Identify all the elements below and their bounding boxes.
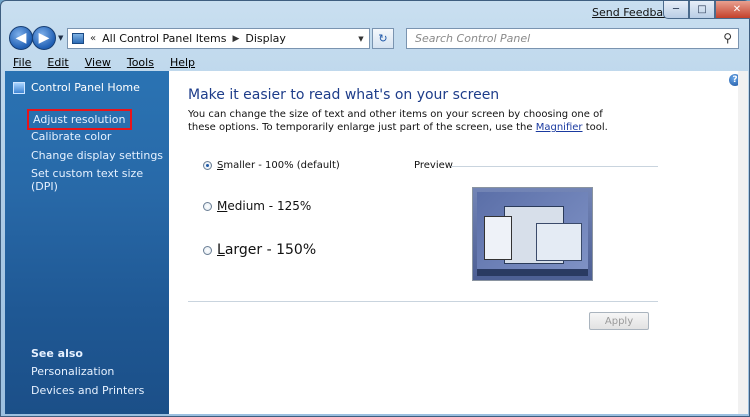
- menu-bar: File Edit View Tools Help: [5, 54, 747, 70]
- breadcrumb-overflow-icon[interactable]: «: [90, 33, 96, 44]
- breadcrumb-all-items[interactable]: All Control Panel Items: [102, 32, 226, 45]
- options-divider: [188, 301, 658, 302]
- see-also-heading: See also: [31, 347, 83, 360]
- back-arrow-icon: ◀: [15, 30, 27, 46]
- option-medium-label: Medium - 125%: [217, 199, 311, 213]
- menu-file-label: File: [13, 55, 32, 69]
- menu-edit-label: Edit: [47, 55, 69, 69]
- option-smaller-rest: maller - 100% (default): [223, 160, 340, 171]
- control-panel-home-label: Control Panel Home: [31, 81, 140, 94]
- option-smaller-label: Smaller - 100% (default): [217, 160, 340, 171]
- radio-larger[interactable]: [203, 245, 212, 255]
- control-panel-icon: [72, 33, 84, 44]
- control-panel-home-link[interactable]: Control Panel Home: [13, 81, 140, 94]
- recent-pages-dropdown-icon[interactable]: ▼: [58, 34, 63, 42]
- search-icon[interactable]: ⚲: [723, 31, 732, 45]
- vertical-scrollbar[interactable]: [738, 71, 748, 414]
- back-button[interactable]: ◀: [9, 26, 33, 50]
- maximize-button[interactable]: □: [689, 1, 715, 19]
- window-caption-buttons: ─ □ ✕: [663, 1, 750, 19]
- set-custom-text-size-link[interactable]: Set custom text size (DPI): [31, 167, 169, 193]
- control-panel-window: Send Feedback ─ □ ✕ ◀ ▶ ▼ « All Control …: [0, 0, 750, 417]
- address-dropdown-icon[interactable]: ▼: [353, 29, 369, 48]
- option-larger[interactable]: Larger - 150%: [203, 242, 316, 258]
- personalization-link[interactable]: Personalization: [31, 365, 114, 378]
- forward-arrow-icon: ▶: [38, 30, 50, 46]
- option-smaller[interactable]: Smaller - 100% (default): [203, 160, 340, 171]
- minimize-button[interactable]: ─: [663, 1, 689, 19]
- preview-divider: [451, 166, 658, 167]
- breadcrumb-display[interactable]: Display: [245, 32, 286, 45]
- option-larger-accesskey: L: [217, 242, 225, 258]
- address-bar[interactable]: « All Control Panel Items ▶ Display: [67, 28, 370, 49]
- calibrate-color-link[interactable]: Calibrate color: [31, 130, 111, 143]
- preview-window-menu: [484, 216, 512, 260]
- breadcrumb-arrow-icon[interactable]: ▶: [232, 34, 239, 44]
- radio-medium[interactable]: [203, 201, 212, 211]
- refresh-button[interactable]: ↻: [372, 28, 394, 49]
- menu-edit[interactable]: Edit: [47, 56, 68, 69]
- menu-view[interactable]: View: [85, 56, 111, 69]
- forward-button[interactable]: ▶: [32, 26, 56, 50]
- preview-window-small: [536, 223, 582, 261]
- close-button[interactable]: ✕: [715, 1, 750, 19]
- intro-text: You can change the size of text and othe…: [188, 108, 628, 134]
- option-medium[interactable]: Medium - 125%: [203, 199, 311, 213]
- option-medium-rest: edium - 125%: [227, 199, 312, 213]
- menu-file[interactable]: File: [13, 56, 31, 69]
- refresh-icon: ↻: [378, 32, 388, 45]
- radio-smaller[interactable]: [203, 161, 212, 170]
- devices-and-printers-link[interactable]: Devices and Printers: [31, 384, 144, 397]
- preview-label: Preview: [414, 160, 453, 171]
- search-box[interactable]: Search Control Panel ⚲: [406, 28, 739, 49]
- control-panel-home-icon: [13, 81, 25, 94]
- menu-view-label: View: [84, 55, 111, 69]
- option-medium-accesskey: M: [217, 199, 228, 213]
- intro-text-part2: tool.: [582, 122, 608, 133]
- menu-help[interactable]: Help: [170, 56, 195, 69]
- magnifier-link[interactable]: Magnifier: [536, 122, 583, 133]
- menu-tools[interactable]: Tools: [127, 56, 154, 69]
- task-pane: Control Panel Home Adjust resolution Cal…: [5, 71, 169, 414]
- option-larger-label: Larger - 150%: [217, 242, 316, 258]
- page-title: Make it easier to read what's on your sc…: [188, 87, 500, 103]
- preview-image: [472, 187, 593, 281]
- display-settings-pane: ? Make it easier to read what's on your …: [169, 71, 748, 414]
- menu-help-label: Help: [169, 55, 196, 69]
- preview-taskbar: [477, 269, 588, 276]
- change-display-settings-link[interactable]: Change display settings: [31, 149, 163, 162]
- adjust-resolution-link[interactable]: Adjust resolution: [27, 109, 132, 130]
- search-placeholder: Search Control Panel: [415, 32, 531, 45]
- option-larger-rest: arger - 150%: [224, 242, 317, 258]
- preview-desktop: [477, 192, 588, 276]
- apply-button[interactable]: Apply: [589, 312, 649, 330]
- menu-tools-label: Tools: [126, 55, 154, 69]
